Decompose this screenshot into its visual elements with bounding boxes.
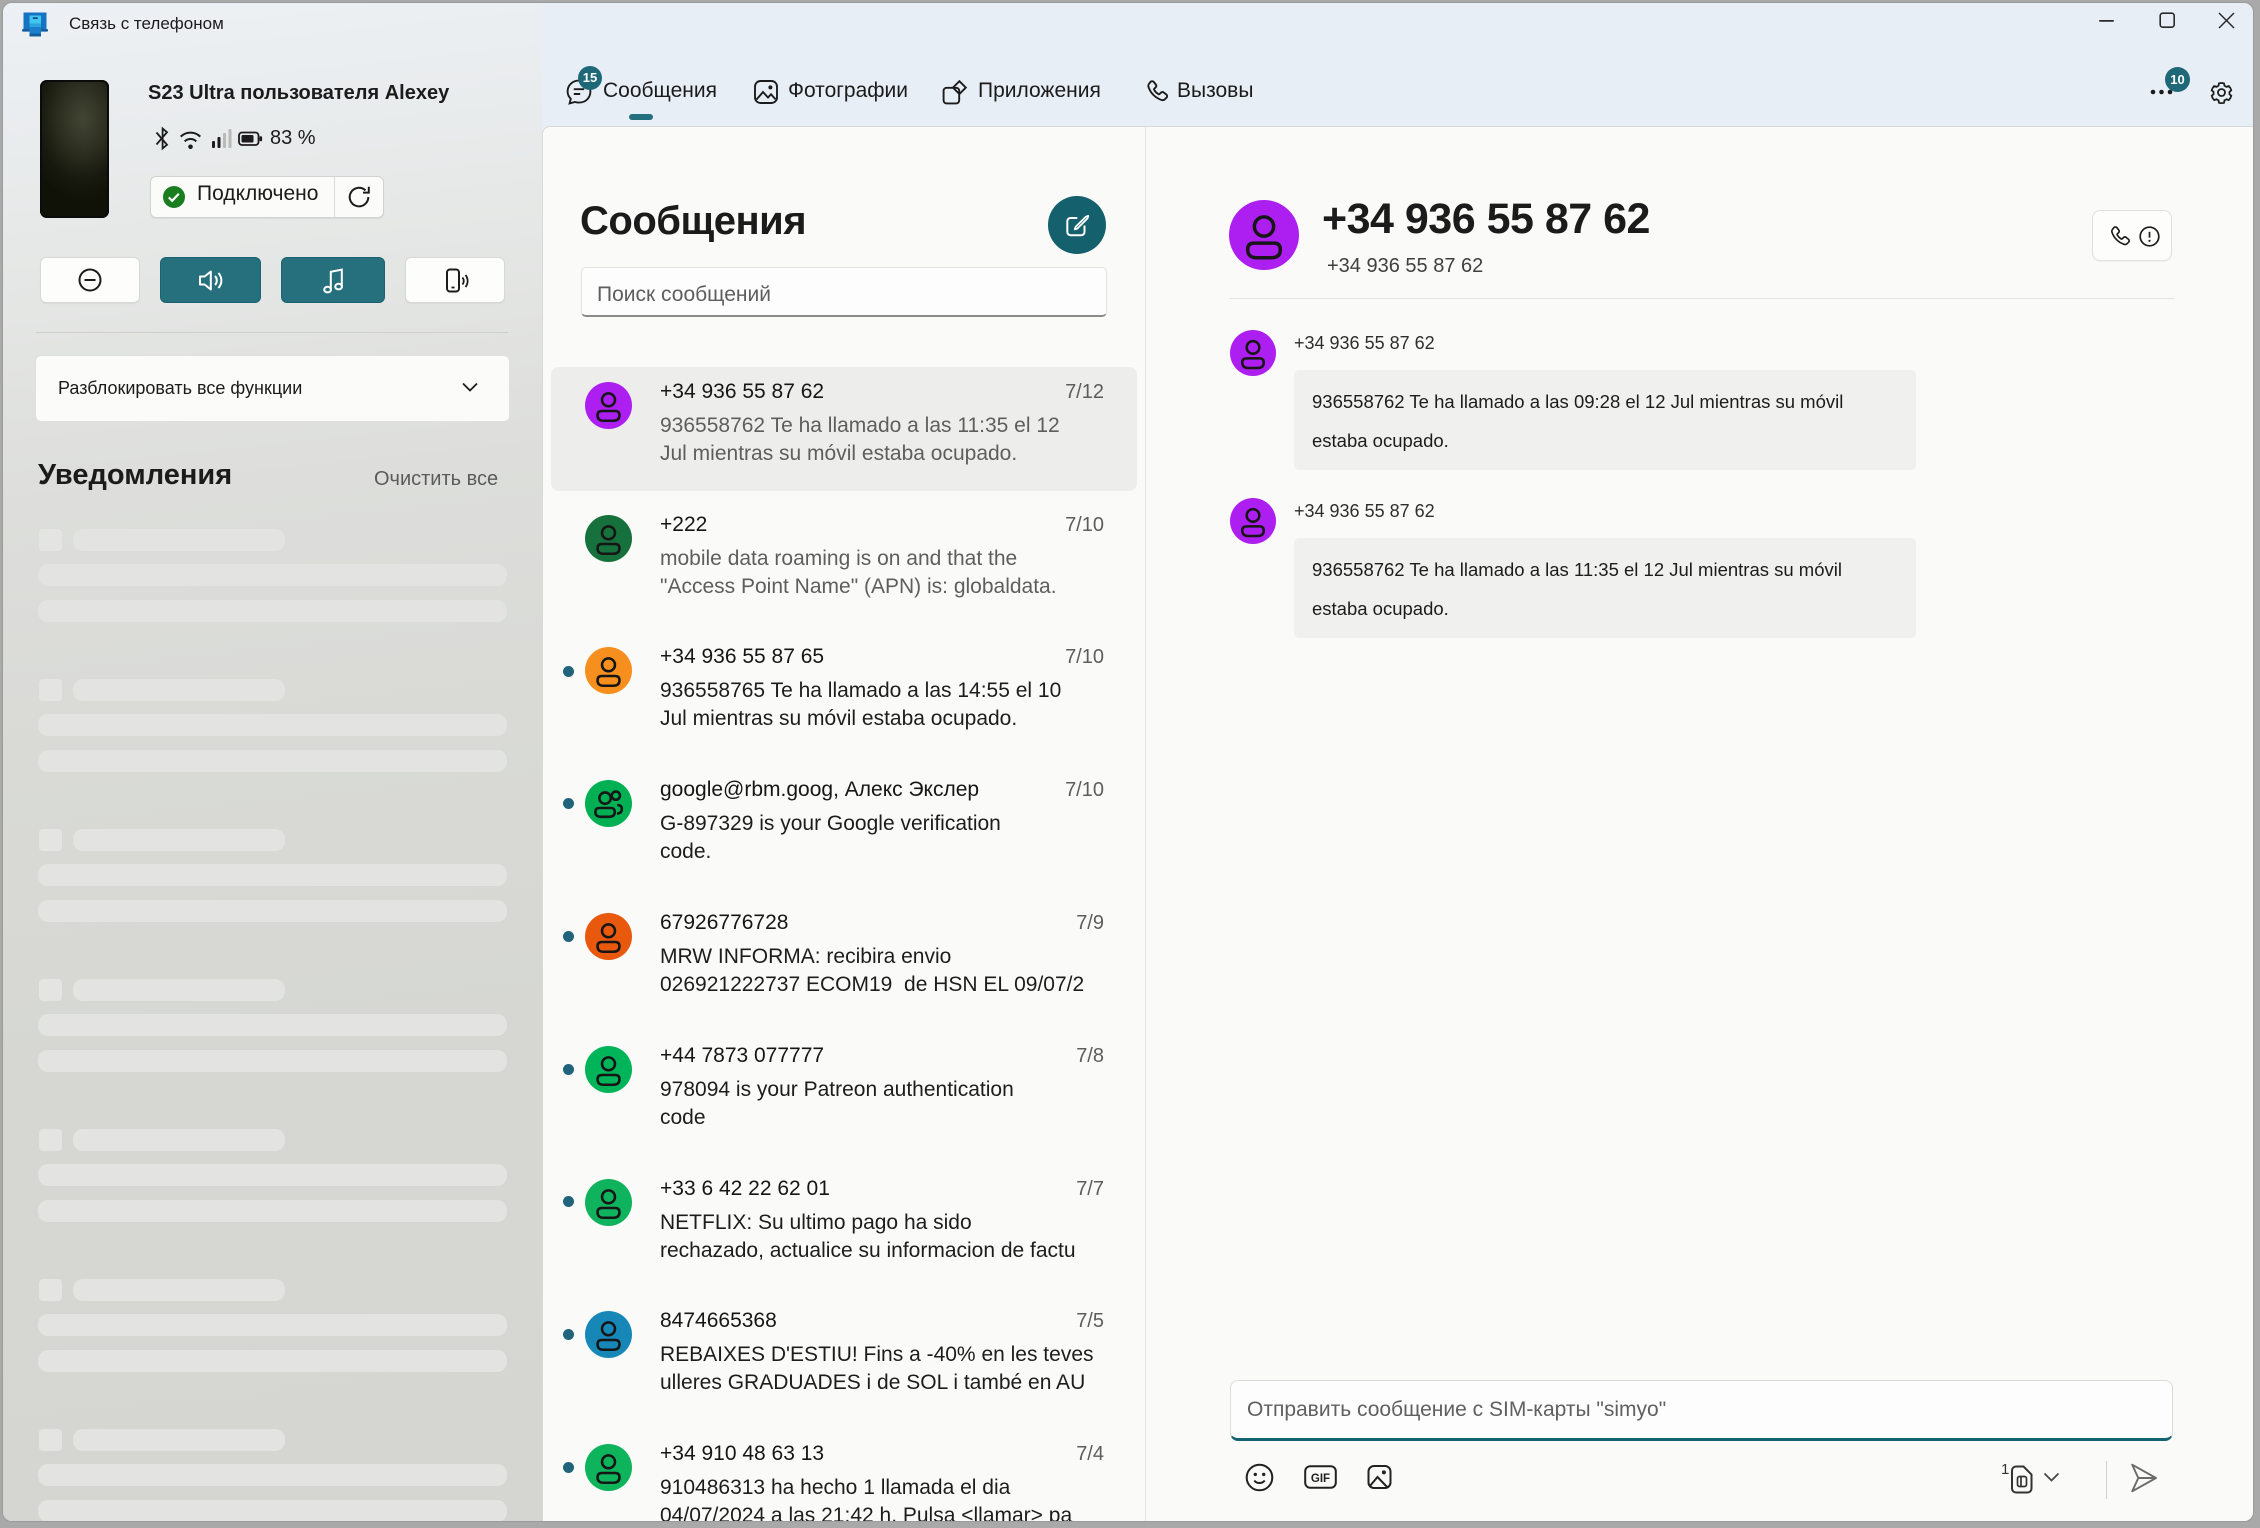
- svg-text:GIF: GIF: [1311, 1473, 1330, 1485]
